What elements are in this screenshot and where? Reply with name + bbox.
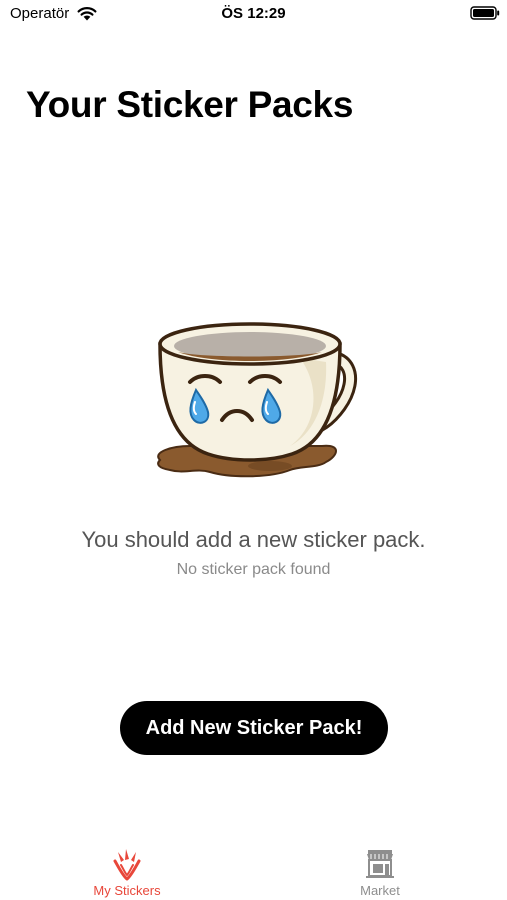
page-title: Your Sticker Packs: [26, 84, 354, 125]
add-sticker-pack-button[interactable]: Add New Sticker Pack!: [120, 701, 388, 755]
empty-state-heading: You should add a new sticker pack.: [81, 527, 426, 552]
status-bar: Operatör ÖS 12:29: [0, 0, 507, 30]
battery-icon: [470, 6, 500, 20]
market-store-icon: [366, 850, 394, 878]
tab-my-stickers[interactable]: My Stickers: [67, 838, 187, 900]
clock: ÖS 12:29: [221, 5, 286, 22]
tab-my-stickers-label: My Stickers: [93, 883, 161, 898]
empty-state-subheading: No sticker pack found: [176, 561, 331, 578]
tab-market-label: Market: [360, 883, 400, 898]
crying-coffee-cup-illustration: [157, 322, 358, 478]
tab-bar: My Stickers Market: [0, 838, 507, 900]
my-stickers-icon: [113, 849, 141, 881]
tab-market[interactable]: Market: [320, 838, 440, 900]
